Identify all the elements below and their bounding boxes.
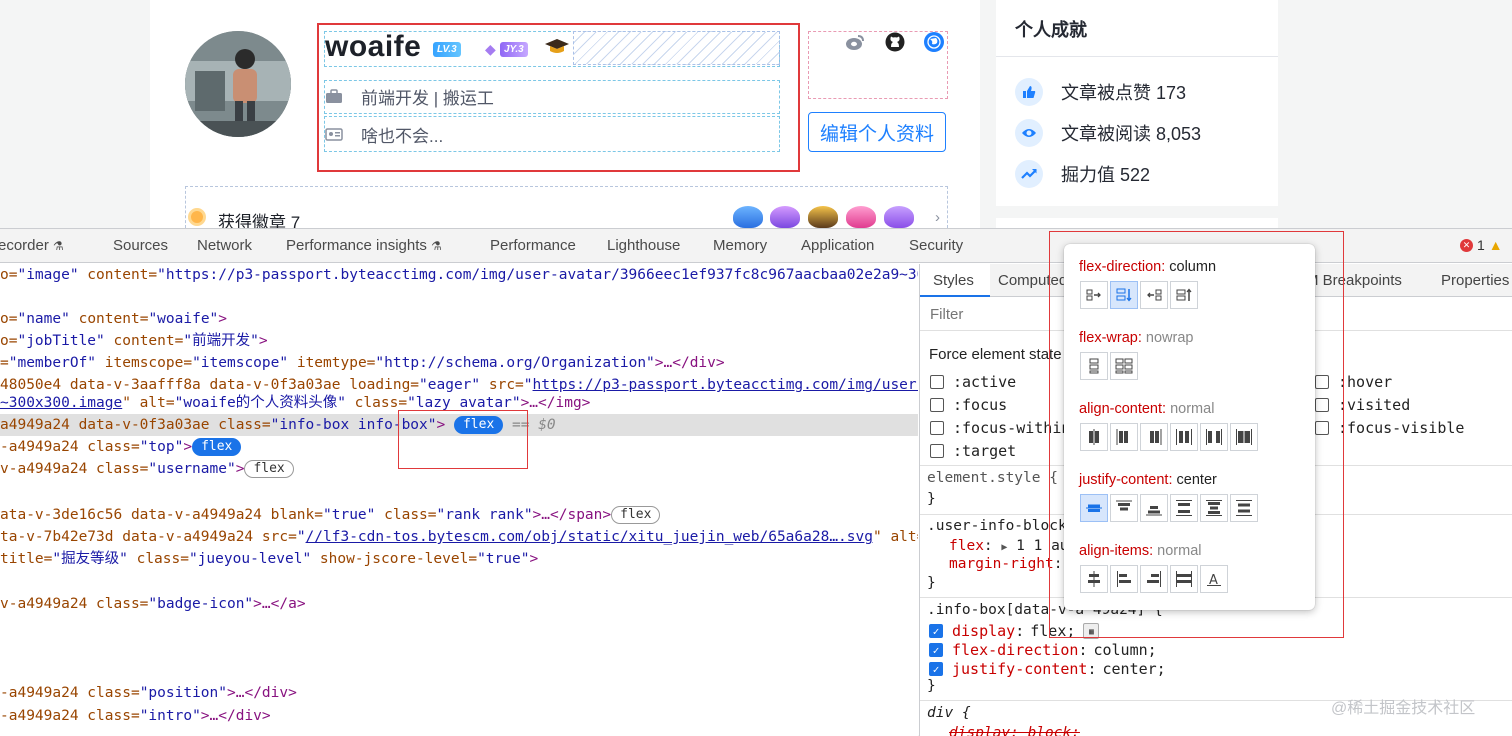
svg-src-link[interactable]: //lf3-cdn-tos.bytescm.com/obj/static/xit… — [306, 529, 873, 545]
css-declaration[interactable]: margin-right: — [949, 556, 1063, 572]
weibo-icon[interactable] — [845, 32, 865, 52]
dom-line[interactable]: ata-v-3de16c56 data-v-a4949a24 blank="tr… — [0, 504, 661, 526]
dom-line[interactable]: -a4949a24 class="intro">…</div> — [0, 705, 271, 727]
dom-line[interactable]: o="jobTitle" content="前端开发"> — [0, 330, 268, 352]
flask-icon: ⚗ — [53, 239, 64, 253]
tab-network[interactable]: Network — [197, 237, 252, 254]
user-avatar[interactable] — [185, 31, 291, 137]
reads-label: 文章被阅读 8,053 — [1061, 124, 1202, 144]
state-target-checkbox[interactable]: :target — [930, 442, 1016, 460]
badge-violet-icon[interactable] — [884, 206, 914, 228]
eye-icon — [1015, 119, 1043, 147]
rule-close: } — [927, 491, 936, 507]
dom-line[interactable]: v-a4949a24 class="username"> flex — [0, 458, 294, 480]
dom-line[interactable]: title="掘友等级" class="jueyou-level" show-j… — [0, 548, 538, 570]
info-box-highlight — [317, 23, 800, 172]
next-card — [996, 218, 1278, 228]
achievement-likes: 文章被点赞 173 — [1015, 78, 1186, 106]
dom-line[interactable]: ta-v-7b42e73d data-v-a4949a24 src="//lf3… — [0, 526, 918, 548]
thumb-up-icon — [1015, 78, 1043, 106]
flex-badge[interactable]: flex — [611, 506, 661, 524]
rule-selector[interactable]: .user-info-block — [927, 518, 1067, 534]
dom-line[interactable]: -a4949a24 class="top"> flex — [0, 436, 242, 458]
tab-application[interactable]: Application — [801, 237, 874, 254]
warning-icon: ▲ — [1488, 237, 1503, 253]
flask-icon: ⚗ — [431, 239, 442, 253]
badge-hat-icon[interactable] — [808, 206, 838, 228]
likes-label: 文章被点赞 173 — [1061, 83, 1187, 103]
flex-badge-highlight — [398, 410, 528, 469]
achievements-title: 个人成就 — [1015, 20, 1087, 40]
badge-pink-icon[interactable] — [846, 206, 876, 228]
tab-recorder[interactable]: ecorder ⚗ — [0, 237, 64, 254]
website-globe-icon[interactable] — [924, 32, 944, 52]
state-focus-checkbox[interactable]: :focus — [930, 396, 1007, 414]
force-state-label: Force element state — [929, 346, 1062, 363]
dom-line[interactable]: o="name" content="woaife"> — [0, 308, 227, 330]
tab-sources[interactable]: Sources — [113, 237, 168, 254]
badge-purple-icon[interactable] — [770, 206, 800, 228]
state-active-checkbox[interactable]: :active — [930, 373, 1016, 391]
rule-close: } — [927, 678, 936, 694]
badges-count-label: 获得徽章 7 — [218, 213, 301, 228]
flexbox-editor-highlight — [1049, 231, 1344, 638]
divider — [996, 56, 1278, 57]
css-declaration-flex-direction[interactable]: ✓ flex-direction: column; — [929, 641, 1157, 659]
tab-performance[interactable]: Performance — [490, 237, 576, 254]
watermark: @稀土掘金技术社区 — [1331, 700, 1476, 717]
dom-line[interactable]: -a4949a24 class="position">…</div> — [0, 682, 297, 704]
achievement-juejin-power: 掘力值 522 — [1015, 160, 1150, 188]
flex-badge[interactable]: flex — [192, 438, 242, 456]
dom-line[interactable]: o="image" content="https://p3-passport.b… — [0, 264, 918, 286]
edit-profile-button[interactable]: 编辑个人资料 — [808, 112, 946, 152]
medal-icon — [188, 208, 206, 226]
achievement-reads: 文章被阅读 8,053 — [1015, 119, 1201, 147]
power-label: 掘力值 522 — [1061, 165, 1151, 185]
css-declaration-overridden[interactable]: display: block; — [949, 725, 1080, 736]
tab-performance-insights[interactable]: Performance insights ⚗ — [286, 237, 442, 254]
tab-styles[interactable]: Styles — [933, 272, 974, 289]
github-icon[interactable] — [885, 32, 905, 52]
chevron-right-icon[interactable]: › — [935, 209, 940, 226]
element-style-rule[interactable]: element.style { — [927, 470, 1058, 486]
tab-security[interactable]: Security — [909, 237, 963, 254]
image-src-link-cont[interactable]: ~300x300.image — [0, 395, 122, 411]
error-count-badge[interactable]: ✕ 1 ▲ — [1460, 237, 1503, 253]
rule-selector-div[interactable]: div { — [927, 705, 971, 721]
error-icon: ✕ — [1460, 238, 1473, 252]
elements-tree: o="image" content="https://p3-passport.b… — [0, 264, 918, 736]
badge-blue-icon[interactable] — [733, 206, 763, 228]
flex-badge[interactable]: flex — [244, 460, 294, 478]
image-src-link[interactable]: https://p3-passport.byteacctimg.com/img/… — [533, 377, 918, 393]
tab-properties[interactable]: Properties — [1441, 272, 1509, 289]
css-declaration-justify-content[interactable]: ✓ justify-content: center; — [929, 660, 1166, 678]
rule-close: } — [927, 575, 936, 591]
trend-icon — [1015, 160, 1043, 188]
tab-memory[interactable]: Memory — [713, 237, 767, 254]
dom-line[interactable]: v-a4949a24 class="badge-icon">…</a> — [0, 593, 306, 615]
webpage-area: woaife LV.3 ◆ JY.3 前端开发 | 搬运工 啥也不会... 编辑… — [0, 0, 1512, 228]
dom-line[interactable]: ="memberOf" itemscope="itemscope" itemty… — [0, 352, 725, 374]
tab-lighthouse[interactable]: Lighthouse — [607, 237, 680, 254]
